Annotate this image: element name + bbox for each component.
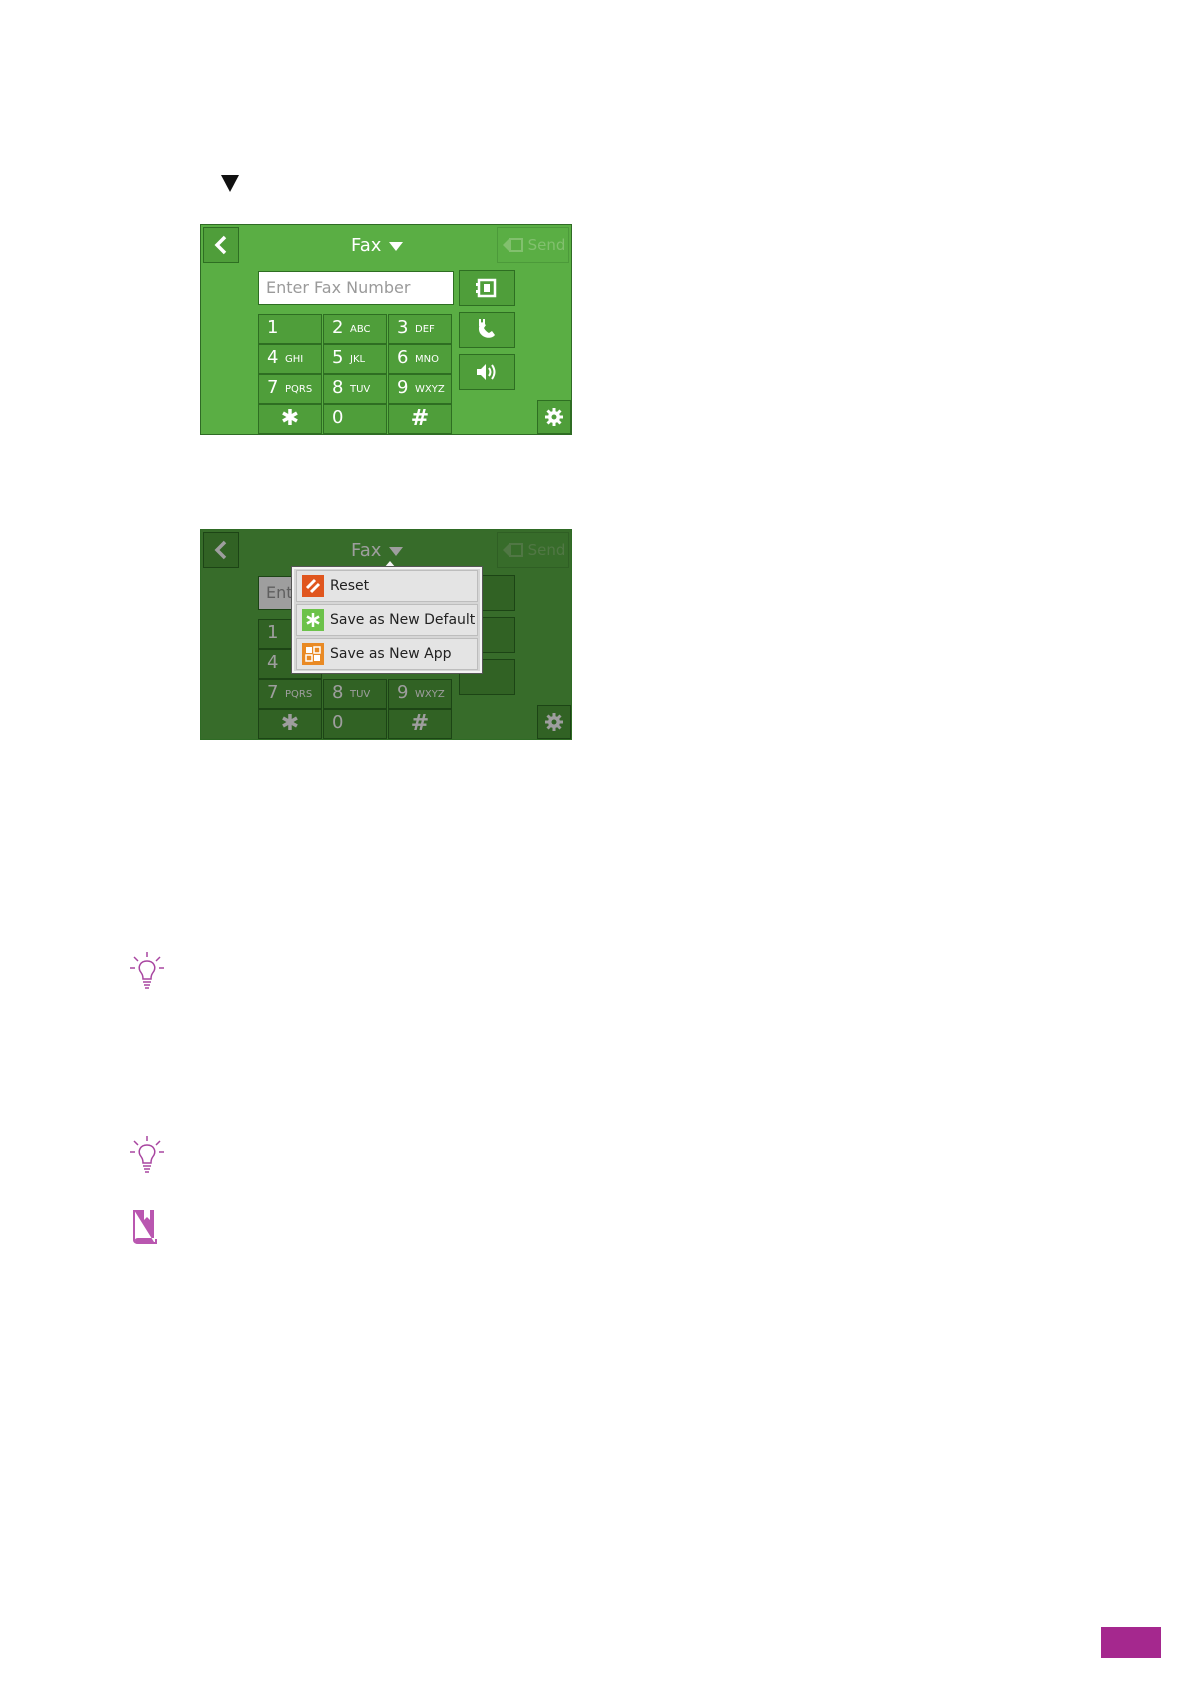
menu-item-save-default[interactable]: Save as New Default	[296, 604, 478, 636]
down-arrow-icon	[221, 175, 239, 192]
key-9[interactable]: 9 WXYZ	[388, 374, 452, 404]
send-label: Send	[527, 236, 566, 254]
key-7[interactable]: 7 PQRS	[258, 374, 322, 404]
app-title: Fax	[351, 540, 382, 561]
book-icon	[133, 1210, 157, 1244]
menu-item-label: Reset	[330, 578, 370, 594]
on-hook-button[interactable]	[459, 312, 515, 348]
speaker-icon	[477, 364, 496, 380]
app-title: Fax	[351, 235, 382, 256]
save-default-icon	[302, 609, 324, 631]
lightbulb-icon	[130, 952, 164, 989]
save-app-icon	[302, 643, 324, 665]
address-book-icon	[476, 278, 497, 298]
app-title-menu[interactable]: Fax	[351, 540, 404, 561]
key-star[interactable]: ✱	[258, 709, 322, 739]
key-9[interactable]: 9 WXYZ	[388, 679, 452, 709]
chevron-left-icon	[214, 540, 227, 560]
key-0[interactable]: 0	[323, 709, 387, 739]
gear-icon	[545, 408, 563, 426]
key-2[interactable]: 2 ABC	[323, 314, 387, 344]
speaker-button[interactable]	[459, 354, 515, 390]
reset-icon	[302, 575, 324, 597]
send-button[interactable]: Send	[497, 227, 569, 263]
page-tab	[1101, 1627, 1161, 1658]
key-8[interactable]: 8 TUV	[323, 679, 387, 709]
dropdown-caret-icon	[389, 546, 404, 556]
settings-button[interactable]	[537, 705, 571, 739]
app-title-menu[interactable]: Fax	[351, 235, 404, 256]
phone-icon	[478, 319, 495, 338]
gear-icon	[545, 713, 563, 731]
key-8[interactable]: 8 TUV	[323, 374, 387, 404]
send-icon	[502, 238, 523, 252]
fax-number-input[interactable]: Enter Fax Number	[258, 271, 454, 305]
key-hash[interactable]: #	[388, 709, 452, 739]
settings-button[interactable]	[537, 400, 571, 434]
menu-item-label: Save as New Default	[330, 612, 476, 628]
key-6[interactable]: 6 MNO	[388, 344, 452, 374]
address-book-button[interactable]	[459, 270, 515, 306]
key-5[interactable]: 5 JKL	[323, 344, 387, 374]
dropdown-caret-icon	[389, 241, 404, 251]
lightbulb-icon	[130, 1136, 164, 1173]
key-4[interactable]: 4 GHI	[258, 344, 322, 374]
key-3[interactable]: 3 DEF	[388, 314, 452, 344]
chevron-left-icon	[214, 235, 227, 255]
menu-item-label: Save as New App	[330, 646, 452, 662]
fax-screen-menu-open: Fax Send Ent 1 4 7 PQRS 8 TUV 9 WXYZ ✱ 0 # …	[200, 529, 572, 740]
send-button[interactable]: Send	[497, 532, 569, 568]
app-options-menu: Reset Save as New Default Save as New Ap…	[292, 567, 482, 673]
back-button[interactable]	[203, 532, 239, 568]
key-star[interactable]: ✱	[258, 404, 322, 434]
fax-screen: Fax Send Enter Fax Number 1 2 ABC 3 DEF 4G…	[200, 224, 572, 435]
key-0[interactable]: 0	[323, 404, 387, 434]
key-7[interactable]: 7 PQRS	[258, 679, 322, 709]
send-icon	[502, 543, 523, 557]
back-button[interactable]	[203, 227, 239, 263]
key-hash[interactable]: #	[388, 404, 452, 434]
menu-item-save-app[interactable]: Save as New App	[296, 638, 478, 670]
menu-item-reset[interactable]: Reset	[296, 570, 478, 602]
key-1[interactable]: 1	[258, 314, 322, 344]
send-label: Send	[527, 541, 566, 559]
